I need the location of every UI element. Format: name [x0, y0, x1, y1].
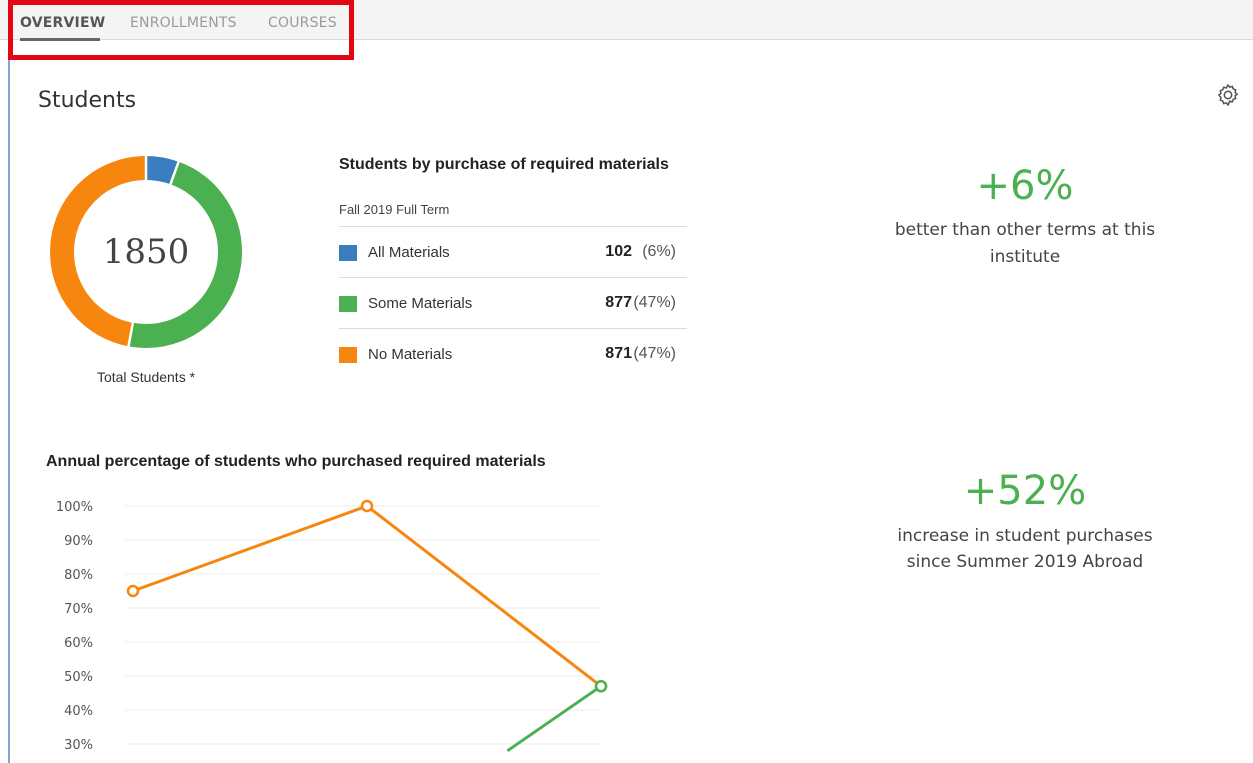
series-line-0 [132, 504, 602, 688]
stat-term-change-value: +6% [976, 163, 1074, 209]
series-point-1[interactable] [594, 679, 608, 693]
no-materials-label: No Materials [368, 346, 453, 363]
all-materials-label: All Materials [368, 244, 450, 261]
all-materials-pct: (6%) [642, 243, 676, 260]
total-students-caption: Total Students * [96, 369, 196, 385]
series-point-0[interactable] [360, 499, 374, 513]
y-tick-label: 100% [56, 500, 93, 515]
table-divider [339, 277, 687, 278]
stat-term-change-desc-1: better than other terms at this [894, 220, 1156, 240]
tab-highlight-box [8, 0, 354, 60]
table-divider [339, 226, 687, 227]
some-materials-pct: (47%) [633, 294, 676, 311]
some-materials-swatch [339, 296, 357, 312]
y-tick-label: 70% [64, 602, 93, 617]
chart-title: Annual percentage of students who purcha… [46, 453, 546, 470]
page-title: Students [38, 88, 137, 113]
total-students-value: 1850 [102, 232, 190, 272]
all-materials-swatch [339, 245, 357, 261]
stat-purchase-increase-value: +52% [963, 468, 1087, 514]
y-tick-label: 90% [64, 534, 93, 549]
all-materials-count: 102 [605, 243, 632, 260]
y-tick-label: 60% [64, 636, 93, 651]
y-tick-label: 40% [64, 704, 93, 719]
y-tick-label: 30% [64, 738, 93, 753]
no-materials-pct: (47%) [633, 345, 676, 362]
stat-term-change-desc-2: institute [989, 247, 1061, 267]
line-chart: 100% 90% 80% 70% 60% 50% 40% 30% [56, 499, 608, 753]
no-materials-count: 871 [605, 345, 632, 362]
some-materials-label: Some Materials [368, 295, 473, 312]
gear-icon[interactable] [1215, 82, 1241, 108]
some-materials-count: 877 [605, 294, 632, 311]
no-materials-swatch [339, 347, 357, 363]
y-tick-label: 80% [64, 568, 93, 583]
series-point-0[interactable] [126, 584, 140, 598]
term-label: Fall 2019 Full Term [339, 202, 450, 217]
stat-purchase-increase-desc-1: increase in student purchases [897, 526, 1153, 546]
y-tick-label: 50% [64, 670, 93, 685]
purchase-table-title: Students by purchase of required materia… [339, 156, 669, 173]
table-divider [339, 328, 687, 329]
stat-purchase-increase-desc-2: since Summer 2019 Abroad [906, 552, 1144, 572]
series-line-1 [506, 684, 602, 753]
